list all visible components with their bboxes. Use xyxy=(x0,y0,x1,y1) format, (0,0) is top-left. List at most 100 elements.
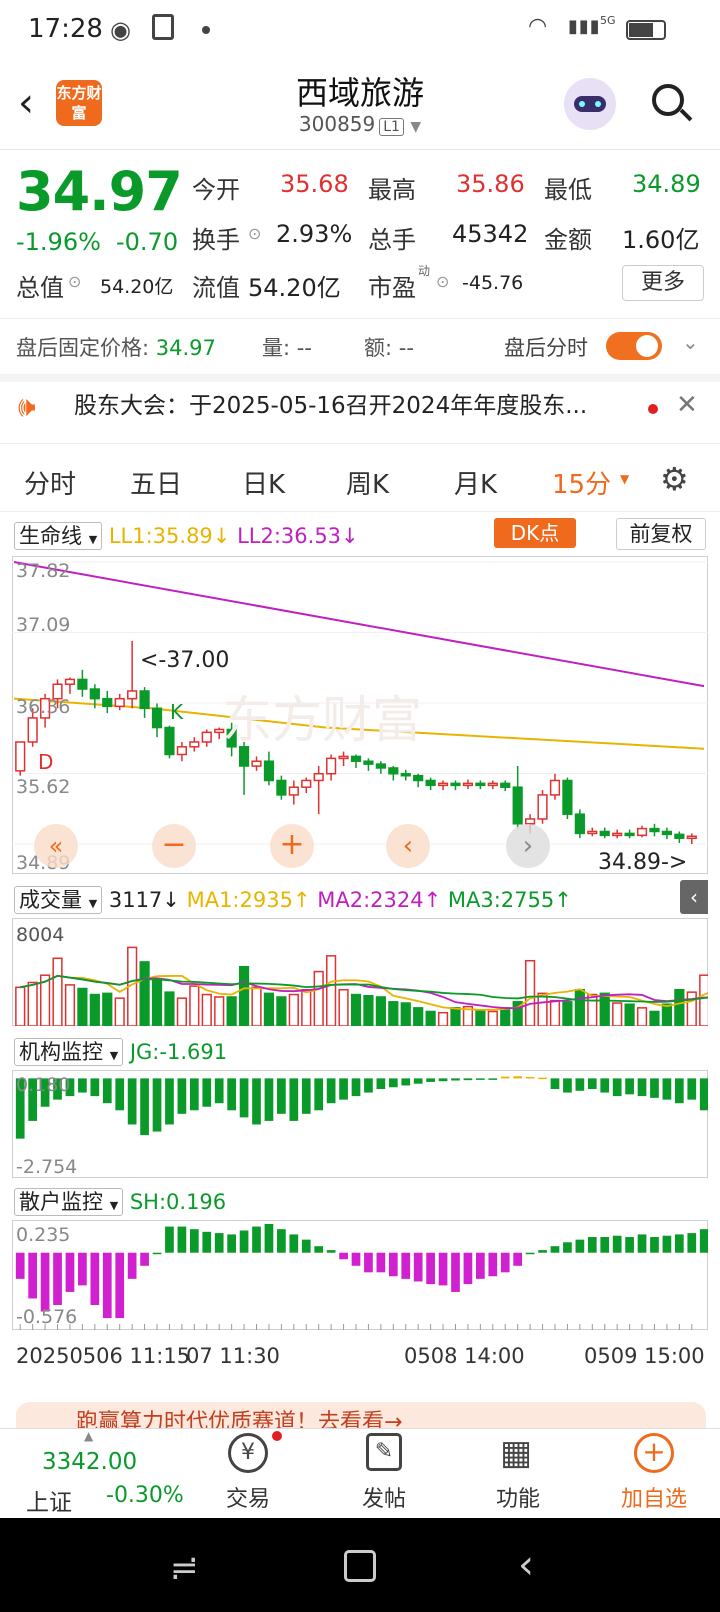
volume-bar xyxy=(288,993,299,1026)
home-icon[interactable] xyxy=(344,1550,376,1582)
volume-label: 总手 xyxy=(368,226,416,254)
volume-indicator-select[interactable]: 成交量 ▼ xyxy=(14,886,103,914)
lifeline-row: 生命线 ▼ LL1:35.89↓ LL2:36.53↓ xyxy=(14,520,359,550)
info-icon[interactable]: ⊙ xyxy=(248,224,261,243)
tab-intraday[interactable]: 分时 xyxy=(24,464,76,501)
sh-bar xyxy=(426,1252,435,1285)
candle-body xyxy=(77,678,88,690)
amount-label: 金额 xyxy=(544,226,592,254)
robot-assistant-icon[interactable] xyxy=(564,78,616,130)
volume-bar xyxy=(487,1010,498,1026)
volume-current: 3117↓ xyxy=(108,888,180,912)
jg-bar xyxy=(637,1078,647,1097)
nav-trade-label[interactable]: 交易 xyxy=(198,1481,298,1513)
volume-bar xyxy=(326,955,337,1026)
volume-bar xyxy=(263,992,275,1026)
jg-bar xyxy=(600,1078,610,1093)
index-name[interactable]: 上证 xyxy=(26,1483,72,1517)
volume-bar xyxy=(114,997,125,1026)
sh-bar xyxy=(326,1250,336,1253)
index-value[interactable]: 3342.00 xyxy=(42,1449,137,1475)
close-icon[interactable]: ✕ xyxy=(676,390,698,420)
info-icon[interactable]: ⊙ xyxy=(68,272,81,291)
candle-body xyxy=(500,782,511,788)
back-nav-icon[interactable]: ‹ xyxy=(518,1542,534,1588)
nav-post-label[interactable]: 发帖 xyxy=(334,1481,434,1513)
candle-body xyxy=(413,774,424,782)
header: ‹ 东方财富 西域旅游 300859 L1 ▼ xyxy=(0,62,720,150)
sh-chart[interactable] xyxy=(12,1220,708,1330)
sh-axis-bottom: -0.576 xyxy=(16,1306,78,1328)
search-icon[interactable] xyxy=(650,82,693,124)
volume-bar xyxy=(500,1007,511,1026)
candle-body xyxy=(288,786,299,796)
functions-icon[interactable]: ▦ xyxy=(500,1433,532,1473)
time-axis-label: 0509 15:00 xyxy=(584,1344,705,1368)
sh-bar xyxy=(177,1226,187,1253)
volume-chart[interactable] xyxy=(12,918,708,1026)
d-marker: D xyxy=(38,750,54,774)
tab-monthly-k[interactable]: 月K xyxy=(454,464,497,501)
sh-bar xyxy=(239,1230,249,1253)
unread-dot xyxy=(648,404,658,414)
zoom-in-button[interactable]: + xyxy=(270,824,314,868)
recents-icon[interactable]: ≓ xyxy=(170,1548,199,1588)
scroll-right-button[interactable]: › xyxy=(506,824,550,868)
sh-bar xyxy=(662,1235,672,1253)
trade-icon[interactable]: ¥ xyxy=(228,1433,268,1473)
info-icon[interactable]: ⊙ xyxy=(436,272,449,291)
tab-five-day[interactable]: 五日 xyxy=(130,464,182,501)
indicator-select[interactable]: 生命线 ▼ xyxy=(14,522,103,550)
volume-ma3: MA3:2755↑ xyxy=(447,888,572,912)
scroll-left-button[interactable]: ‹ xyxy=(386,824,430,868)
more-button[interactable]: 更多 xyxy=(622,265,704,301)
k-marker: K xyxy=(170,700,184,724)
post-icon[interactable]: ✎ xyxy=(366,1433,402,1471)
volume-bar xyxy=(77,987,88,1026)
sh-bar xyxy=(165,1226,174,1253)
divider xyxy=(0,318,720,319)
chevron-down-icon: ▼ xyxy=(410,119,422,135)
tab-daily-k[interactable]: 日K xyxy=(242,464,285,501)
index-change[interactable]: -0.30% xyxy=(106,1483,184,1508)
sh-indicator-select[interactable]: 散户监控 ▼ xyxy=(14,1188,124,1216)
nav-functions-label[interactable]: 功能 xyxy=(468,1481,568,1513)
ad-banner[interactable]: 跑赢算力时代优质赛道！去看看→ xyxy=(16,1402,706,1428)
sh-bar xyxy=(40,1252,50,1312)
sh-bar xyxy=(202,1231,212,1253)
candle-body xyxy=(176,746,187,756)
toggle-knob xyxy=(636,335,658,357)
candle-body xyxy=(251,760,262,767)
scroll-left-fast-button[interactable]: « xyxy=(34,824,78,868)
dk-point-button[interactable]: DK点 xyxy=(494,518,576,548)
sh-bar xyxy=(227,1234,236,1253)
add-watchlist-icon[interactable]: + xyxy=(634,1433,674,1473)
volume-bar xyxy=(201,993,212,1026)
collapse-panel-button[interactable]: ‹ xyxy=(680,880,708,914)
sh-bar xyxy=(140,1252,149,1266)
signal-icon: ▮▮▮ xyxy=(568,16,601,37)
jg-indicator-select[interactable]: 机构监控 ▼ xyxy=(14,1038,124,1066)
price-adjust-button[interactable]: 前复权 xyxy=(616,518,706,550)
notice-text[interactable]: 股东大会：于2025-05-16召开2024年年度股东... xyxy=(74,386,634,420)
jg-bar xyxy=(500,1076,510,1079)
sh-bar xyxy=(637,1234,647,1253)
sh-bar xyxy=(476,1252,485,1279)
jg-bar xyxy=(587,1078,597,1090)
chevron-down-icon[interactable]: ⌄ xyxy=(682,330,699,354)
gear-icon[interactable]: ⚙ xyxy=(660,460,689,498)
tab-weekly-k[interactable]: 周K xyxy=(346,464,389,501)
sh-bar xyxy=(687,1233,697,1253)
ad-text: 跑赢算力时代优质赛道！去看看→ xyxy=(76,1410,403,1428)
zoom-out-button[interactable]: − xyxy=(152,824,196,868)
network-type: 5G xyxy=(600,14,616,27)
volume-bar xyxy=(251,986,262,1026)
jg-chart[interactable] xyxy=(12,1070,708,1178)
sh-bar xyxy=(351,1252,361,1266)
volume-bar xyxy=(214,996,225,1026)
jg-bar xyxy=(538,1077,547,1080)
tab-15min[interactable]: 15分 xyxy=(552,464,611,501)
volume-bar xyxy=(276,996,287,1026)
nav-add-watchlist-label[interactable]: 加自选 xyxy=(604,1481,704,1513)
sh-bar xyxy=(189,1229,199,1253)
